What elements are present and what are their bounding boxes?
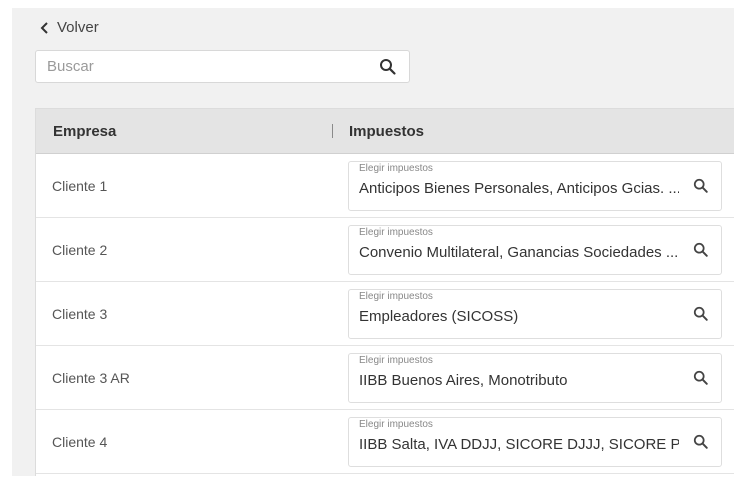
field-value: Convenio Multilateral, Ganancias Socieda…	[359, 244, 679, 261]
column-divider[interactable]	[332, 124, 333, 138]
search-icon[interactable]	[693, 178, 709, 194]
row-empresa: Cliente 4	[52, 434, 108, 450]
field-label: Elegir impuestos	[359, 419, 433, 430]
field-label: Elegir impuestos	[359, 163, 433, 174]
search-icon[interactable]	[693, 306, 709, 322]
row-empresa: Cliente 3 AR	[52, 370, 130, 386]
field-label: Elegir impuestos	[359, 227, 433, 238]
header-empresa: Empresa	[53, 122, 117, 140]
table-header: Empresa Impuestos	[36, 109, 734, 154]
impuestos-select[interactable]: Elegir impuestos IIBB Buenos Aires, Mono…	[348, 353, 722, 403]
row-empresa: Cliente 1	[52, 178, 108, 194]
back-label: Volver	[57, 19, 99, 36]
field-value: Anticipos Bienes Personales, Anticipos G…	[359, 180, 679, 197]
back-link[interactable]: Volver	[40, 19, 99, 36]
chevron-left-icon	[40, 21, 48, 34]
search-icon[interactable]	[693, 434, 709, 450]
impuestos-select[interactable]: Elegir impuestos IIBB Salta, IVA DDJJ, S…	[348, 417, 722, 467]
field-label: Elegir impuestos	[359, 291, 433, 302]
field-label: Elegir impuestos	[359, 355, 433, 366]
table-row: Cliente 1 Elegir impuestos Anticipos Bie…	[36, 154, 734, 218]
impuestos-select[interactable]: Elegir impuestos Convenio Multilateral, …	[348, 225, 722, 275]
table-row: Cliente 2 Elegir impuestos Convenio Mult…	[36, 218, 734, 282]
field-value: Empleadores (SICOSS)	[359, 308, 519, 325]
row-empresa: Cliente 3	[52, 306, 108, 322]
table-row: Cliente 3 AR Elegir impuestos IIBB Bueno…	[36, 346, 734, 410]
field-value: IIBB Salta, IVA DDJJ, SICORE DJJJ, SICOR…	[359, 436, 679, 453]
table-row: Cliente 3 Elegir impuestos Empleadores (…	[36, 282, 734, 346]
search-icon[interactable]	[379, 58, 397, 76]
search-icon[interactable]	[693, 242, 709, 258]
search-box	[35, 50, 410, 83]
companies-table: Empresa Impuestos Cliente 1 Elegir impue…	[35, 108, 734, 476]
table-row: Cliente 4 Elegir impuestos IIBB Salta, I…	[36, 410, 734, 474]
impuestos-select[interactable]: Elegir impuestos Anticipos Bienes Person…	[348, 161, 722, 211]
row-empresa: Cliente 2	[52, 242, 108, 258]
search-icon[interactable]	[693, 370, 709, 386]
field-value: IIBB Buenos Aires, Monotributo	[359, 372, 568, 389]
header-impuestos: Impuestos	[349, 122, 425, 140]
impuestos-select[interactable]: Elegir impuestos Empleadores (SICOSS)	[348, 289, 722, 339]
search-input[interactable]	[36, 51, 367, 82]
